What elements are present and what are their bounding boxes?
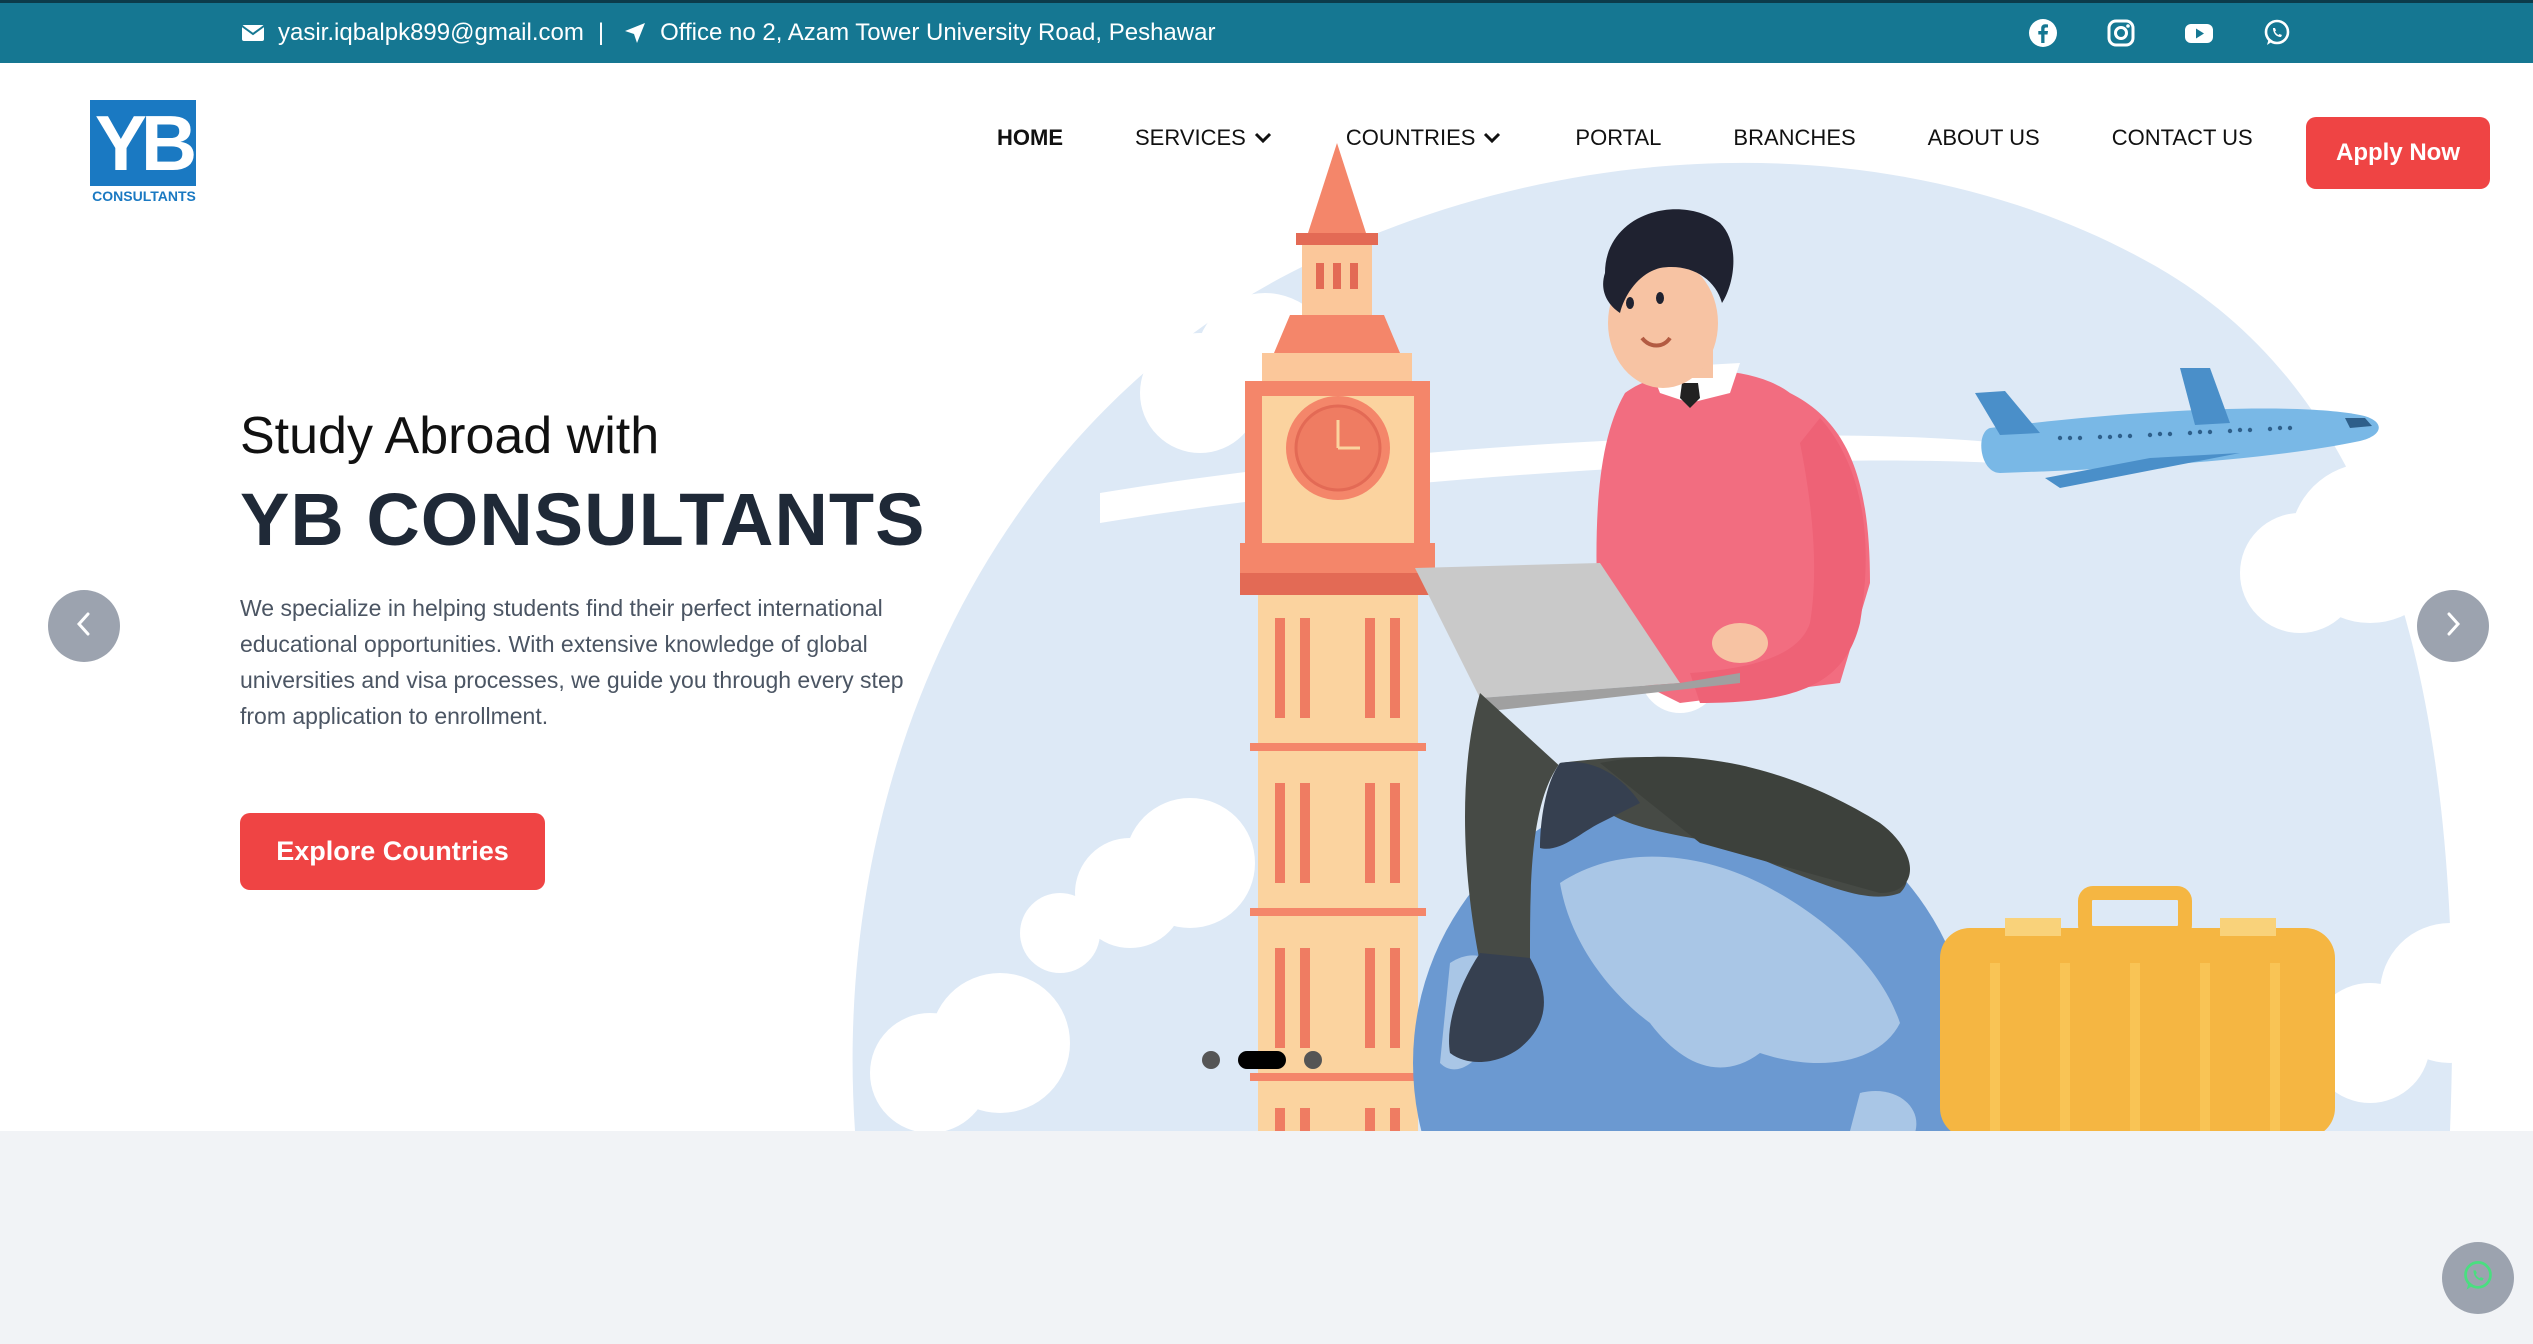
nav-home[interactable]: HOME bbox=[997, 125, 1063, 151]
envelope-icon bbox=[240, 20, 266, 46]
contact-info: yasir.iqbalpk899@gmail.com | Office no 2… bbox=[240, 3, 1215, 63]
social-links bbox=[2028, 3, 2292, 63]
nav-portal[interactable]: PORTAL bbox=[1575, 125, 1661, 151]
location-arrow-icon bbox=[622, 20, 648, 46]
nav-contact-us[interactable]: CONTACT US bbox=[2112, 125, 2253, 151]
nav-portal-label: PORTAL bbox=[1575, 125, 1662, 150]
slider-prev-button[interactable] bbox=[48, 590, 120, 662]
instagram-icon[interactable] bbox=[2106, 18, 2136, 48]
apply-now-button[interactable]: Apply Now bbox=[2306, 117, 2490, 189]
logo-subtext: CONSULTANTS bbox=[92, 188, 196, 204]
whatsapp-icon[interactable] bbox=[2262, 18, 2292, 48]
nav-about-label: ABOUT US bbox=[1927, 125, 2040, 150]
slider-next-button[interactable] bbox=[2417, 590, 2489, 662]
email-link[interactable]: yasir.iqbalpk899@gmail.com bbox=[278, 19, 584, 47]
slider-dot-3[interactable] bbox=[1304, 1051, 1322, 1069]
slider-pagination bbox=[1202, 1051, 1322, 1069]
nav-contact-label: CONTACT US bbox=[2111, 125, 2253, 150]
separator: | bbox=[597, 19, 605, 46]
address-text: Office no 2, Azam Tower University Road,… bbox=[660, 19, 1216, 46]
hero-title: YB CONSULTANTS bbox=[240, 478, 926, 562]
nav-home-label: HOME bbox=[997, 125, 1063, 150]
site-header: YB CONSULTANTS HOME SERVICES COUNTRIES P… bbox=[0, 63, 2533, 243]
hero-text-block: Study Abroad with YB CONSULTANTS We spec… bbox=[240, 407, 940, 734]
chevron-down-icon bbox=[1481, 127, 1503, 149]
hero-description: We specialize in helping students find t… bbox=[240, 595, 904, 730]
nav-services-label: SERVICES bbox=[1135, 125, 1246, 150]
hero-subtitle: Study Abroad with bbox=[240, 407, 660, 465]
whatsapp-float-button[interactable] bbox=[2442, 1242, 2514, 1314]
main-nav: HOME SERVICES COUNTRIES PORTAL BRANCHES … bbox=[997, 123, 2325, 153]
facebook-icon[interactable] bbox=[2028, 18, 2058, 48]
next-section bbox=[0, 1131, 2533, 1344]
chevron-left-icon bbox=[72, 610, 96, 643]
logo[interactable]: YB CONSULTANTS bbox=[90, 100, 198, 205]
explore-countries-button[interactable]: Explore Countries bbox=[240, 813, 545, 890]
slider-dot-2[interactable] bbox=[1238, 1051, 1286, 1069]
nav-branches[interactable]: BRANCHES bbox=[1733, 125, 1855, 151]
youtube-icon[interactable] bbox=[2184, 18, 2214, 48]
nav-branches-label: BRANCHES bbox=[1733, 125, 1856, 150]
chevron-down-icon bbox=[1252, 127, 1274, 149]
nav-services[interactable]: SERVICES bbox=[1135, 125, 1274, 151]
nav-countries[interactable]: COUNTRIES bbox=[1346, 125, 1504, 151]
nav-countries-label: COUNTRIES bbox=[1345, 125, 1476, 150]
slider-dot-1[interactable] bbox=[1202, 1051, 1220, 1069]
chevron-right-icon bbox=[2441, 610, 2465, 643]
logo-mark: YB bbox=[90, 100, 197, 186]
nav-about-us[interactable]: ABOUT US bbox=[1928, 125, 2040, 151]
top-contact-bar: yasir.iqbalpk899@gmail.com | Office no 2… bbox=[0, 0, 2533, 63]
whatsapp-icon bbox=[2461, 1259, 2495, 1298]
